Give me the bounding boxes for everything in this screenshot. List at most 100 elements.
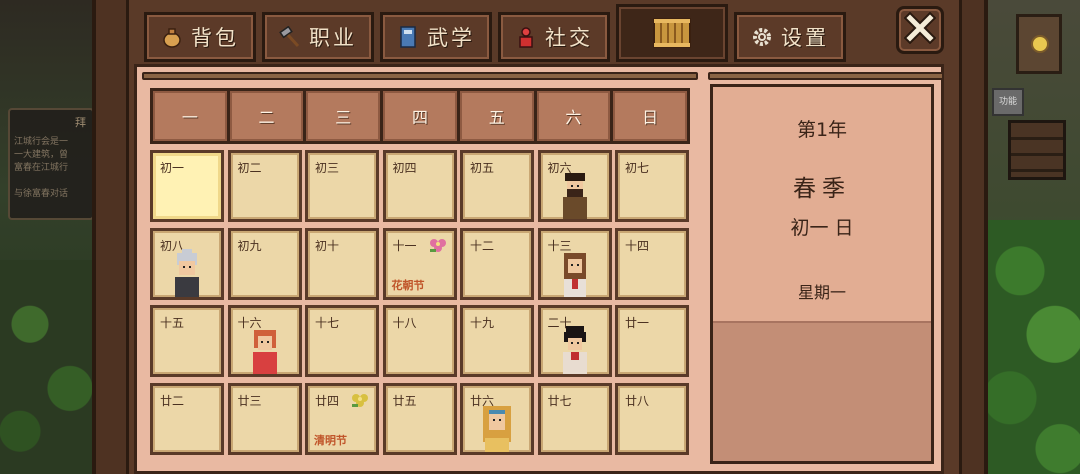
close-button[interactable]	[896, 6, 944, 54]
weekday-header-cell: 六	[536, 91, 611, 141]
weekday-header-cell: 日	[613, 91, 687, 141]
calendar-day[interactable]: 廿二	[150, 382, 224, 455]
calendar-day[interactable]: 十七	[305, 305, 379, 377]
person-icon	[515, 26, 537, 48]
day-label: 初七	[625, 161, 650, 175]
quest-sign-text: 江城行会是一 一大建筑，曾 富春在江城行 与徐富春对话	[14, 137, 69, 199]
calendar-day[interactable]: 初七	[615, 150, 689, 222]
calendar: 一二三四五六日 初一 初二 初三 初四 初五 初六 初七初八 初九 初十 十一 花朝节 十二 十三 十四十…	[150, 88, 692, 474]
weekday-label: 星期一	[797, 283, 846, 302]
calendar-day[interactable]: 十四	[615, 227, 689, 300]
bearded-man-portrait[interactable]	[554, 171, 596, 219]
info-top-rod	[708, 72, 944, 80]
calendar-day[interactable]: 十一 花朝节	[382, 227, 457, 300]
day-label: 初五	[470, 161, 495, 175]
calendar-day[interactable]: 初八	[150, 227, 224, 300]
day-label: 廿一	[625, 316, 650, 330]
calendar-day[interactable]: 初五	[460, 150, 534, 222]
weekday-header-cell: 二	[229, 91, 304, 141]
calendar-day[interactable]: 廿七	[537, 382, 612, 455]
calendar-day[interactable]: 十五	[150, 305, 224, 377]
flower-icon	[350, 392, 370, 410]
quest-sign-title: 拜	[75, 116, 86, 129]
calendar-day[interactable]: 十六	[227, 305, 302, 377]
tab-social[interactable]: 社交	[498, 12, 610, 62]
festival-label: 花朝节	[391, 278, 425, 292]
calendar-day-today[interactable]: 初一	[150, 150, 224, 222]
calendar-day[interactable]: 十三	[537, 227, 612, 300]
calendar-grid: 初一 初二 初三 初四 初五 初六 初七初八 初九 初十 十一 花朝节 十二 十三 十四十五 十六 十七 十八 十…	[150, 150, 690, 455]
calendar-day[interactable]: 十八	[382, 305, 457, 377]
day-label: 十九	[470, 316, 495, 330]
day-label: 初三	[315, 161, 340, 175]
tab-inventory[interactable]: 背包	[144, 12, 256, 62]
weekday-header-cell: 五	[459, 91, 534, 141]
tab-settings[interactable]: 设置	[734, 12, 846, 62]
bag-icon	[161, 26, 183, 48]
calendar-day[interactable]: 廿六	[460, 382, 534, 455]
calendar-day[interactable]: 廿八	[615, 382, 689, 455]
calendar-day[interactable]: 初四	[382, 150, 457, 222]
tab-social-label: 社交	[545, 26, 593, 50]
day-label: 十七	[315, 316, 340, 330]
festival-label: 清明节	[314, 433, 347, 447]
old-woman-portrait[interactable]	[166, 248, 208, 297]
season-label: 春季	[793, 176, 851, 202]
date-label: 初一 日	[790, 217, 854, 239]
weekday-header-row: 一二三四五六日	[150, 88, 690, 144]
tab-inventory-label: 背包	[191, 26, 239, 50]
calendar-day[interactable]: 廿一	[615, 305, 689, 377]
day-label: 初一	[160, 161, 185, 175]
calendar-day[interactable]: 初九	[227, 227, 302, 300]
calendar-day[interactable]: 初十	[305, 227, 379, 300]
tab-martial-arts-label: 武学	[427, 26, 475, 50]
tab-profession-label: 职业	[309, 26, 357, 50]
day-label: 廿五	[392, 393, 417, 408]
day-label: 廿二	[160, 393, 185, 408]
calendar-day[interactable]: 廿三	[227, 382, 302, 455]
background-right-trees	[980, 220, 1080, 474]
black-hair-woman-portrait[interactable]	[554, 326, 596, 374]
calendar-day[interactable]: 廿五	[382, 382, 457, 455]
background-quest-sign: 拜 江城行会是一 一大建筑，曾 富春在江城行 与徐富春对话	[8, 108, 94, 220]
background-mini-sign: 功能	[992, 88, 1024, 116]
day-label: 初四	[392, 161, 417, 175]
info-panel-lower	[713, 321, 931, 461]
background-house	[1016, 14, 1062, 74]
day-label: 十八	[392, 316, 417, 330]
day-label: 初十	[315, 238, 340, 253]
tab-martial-arts[interactable]: 武学	[380, 12, 492, 62]
calendar-day[interactable]: 初二	[227, 150, 302, 222]
weekday-header-cell: 三	[306, 91, 381, 141]
day-label: 十二	[470, 238, 495, 253]
background-chest	[1008, 120, 1066, 180]
calendar-icon	[652, 17, 692, 49]
close-icon	[903, 11, 937, 48]
brown-hair-woman-portrait[interactable]	[554, 249, 596, 297]
day-label: 廿三	[237, 393, 262, 408]
flower-icon	[428, 237, 448, 255]
day-label: 初二	[237, 161, 262, 175]
calendar-day[interactable]: 二十	[537, 305, 612, 377]
red-hair-girl-portrait[interactable]	[244, 326, 286, 374]
day-label: 廿七	[547, 393, 572, 408]
day-label: 初九	[237, 238, 262, 253]
tab-profession[interactable]: 职业	[262, 12, 374, 62]
blonde-hooded-woman-portrait[interactable]	[476, 404, 518, 452]
calendar-day[interactable]: 十二	[460, 227, 534, 300]
calendar-day[interactable]: 廿四 清明节	[305, 382, 379, 455]
tab-calendar[interactable]	[616, 4, 728, 62]
day-label: 廿四	[315, 393, 340, 408]
calendar-top-rod	[142, 72, 698, 80]
sun-window-icon	[1031, 35, 1049, 53]
weekday-header-cell: 一	[153, 91, 227, 141]
calendar-day[interactable]: 初三	[305, 150, 379, 222]
calendar-day[interactable]: 十九	[460, 305, 534, 377]
book-icon	[397, 26, 419, 48]
calendar-day[interactable]: 初六	[537, 150, 612, 222]
day-label: 十四	[625, 238, 650, 253]
tab-settings-label: 设置	[781, 26, 829, 50]
weekday-header-cell: 四	[383, 91, 457, 141]
day-label: 廿八	[625, 393, 650, 408]
hammer-icon	[279, 26, 301, 48]
